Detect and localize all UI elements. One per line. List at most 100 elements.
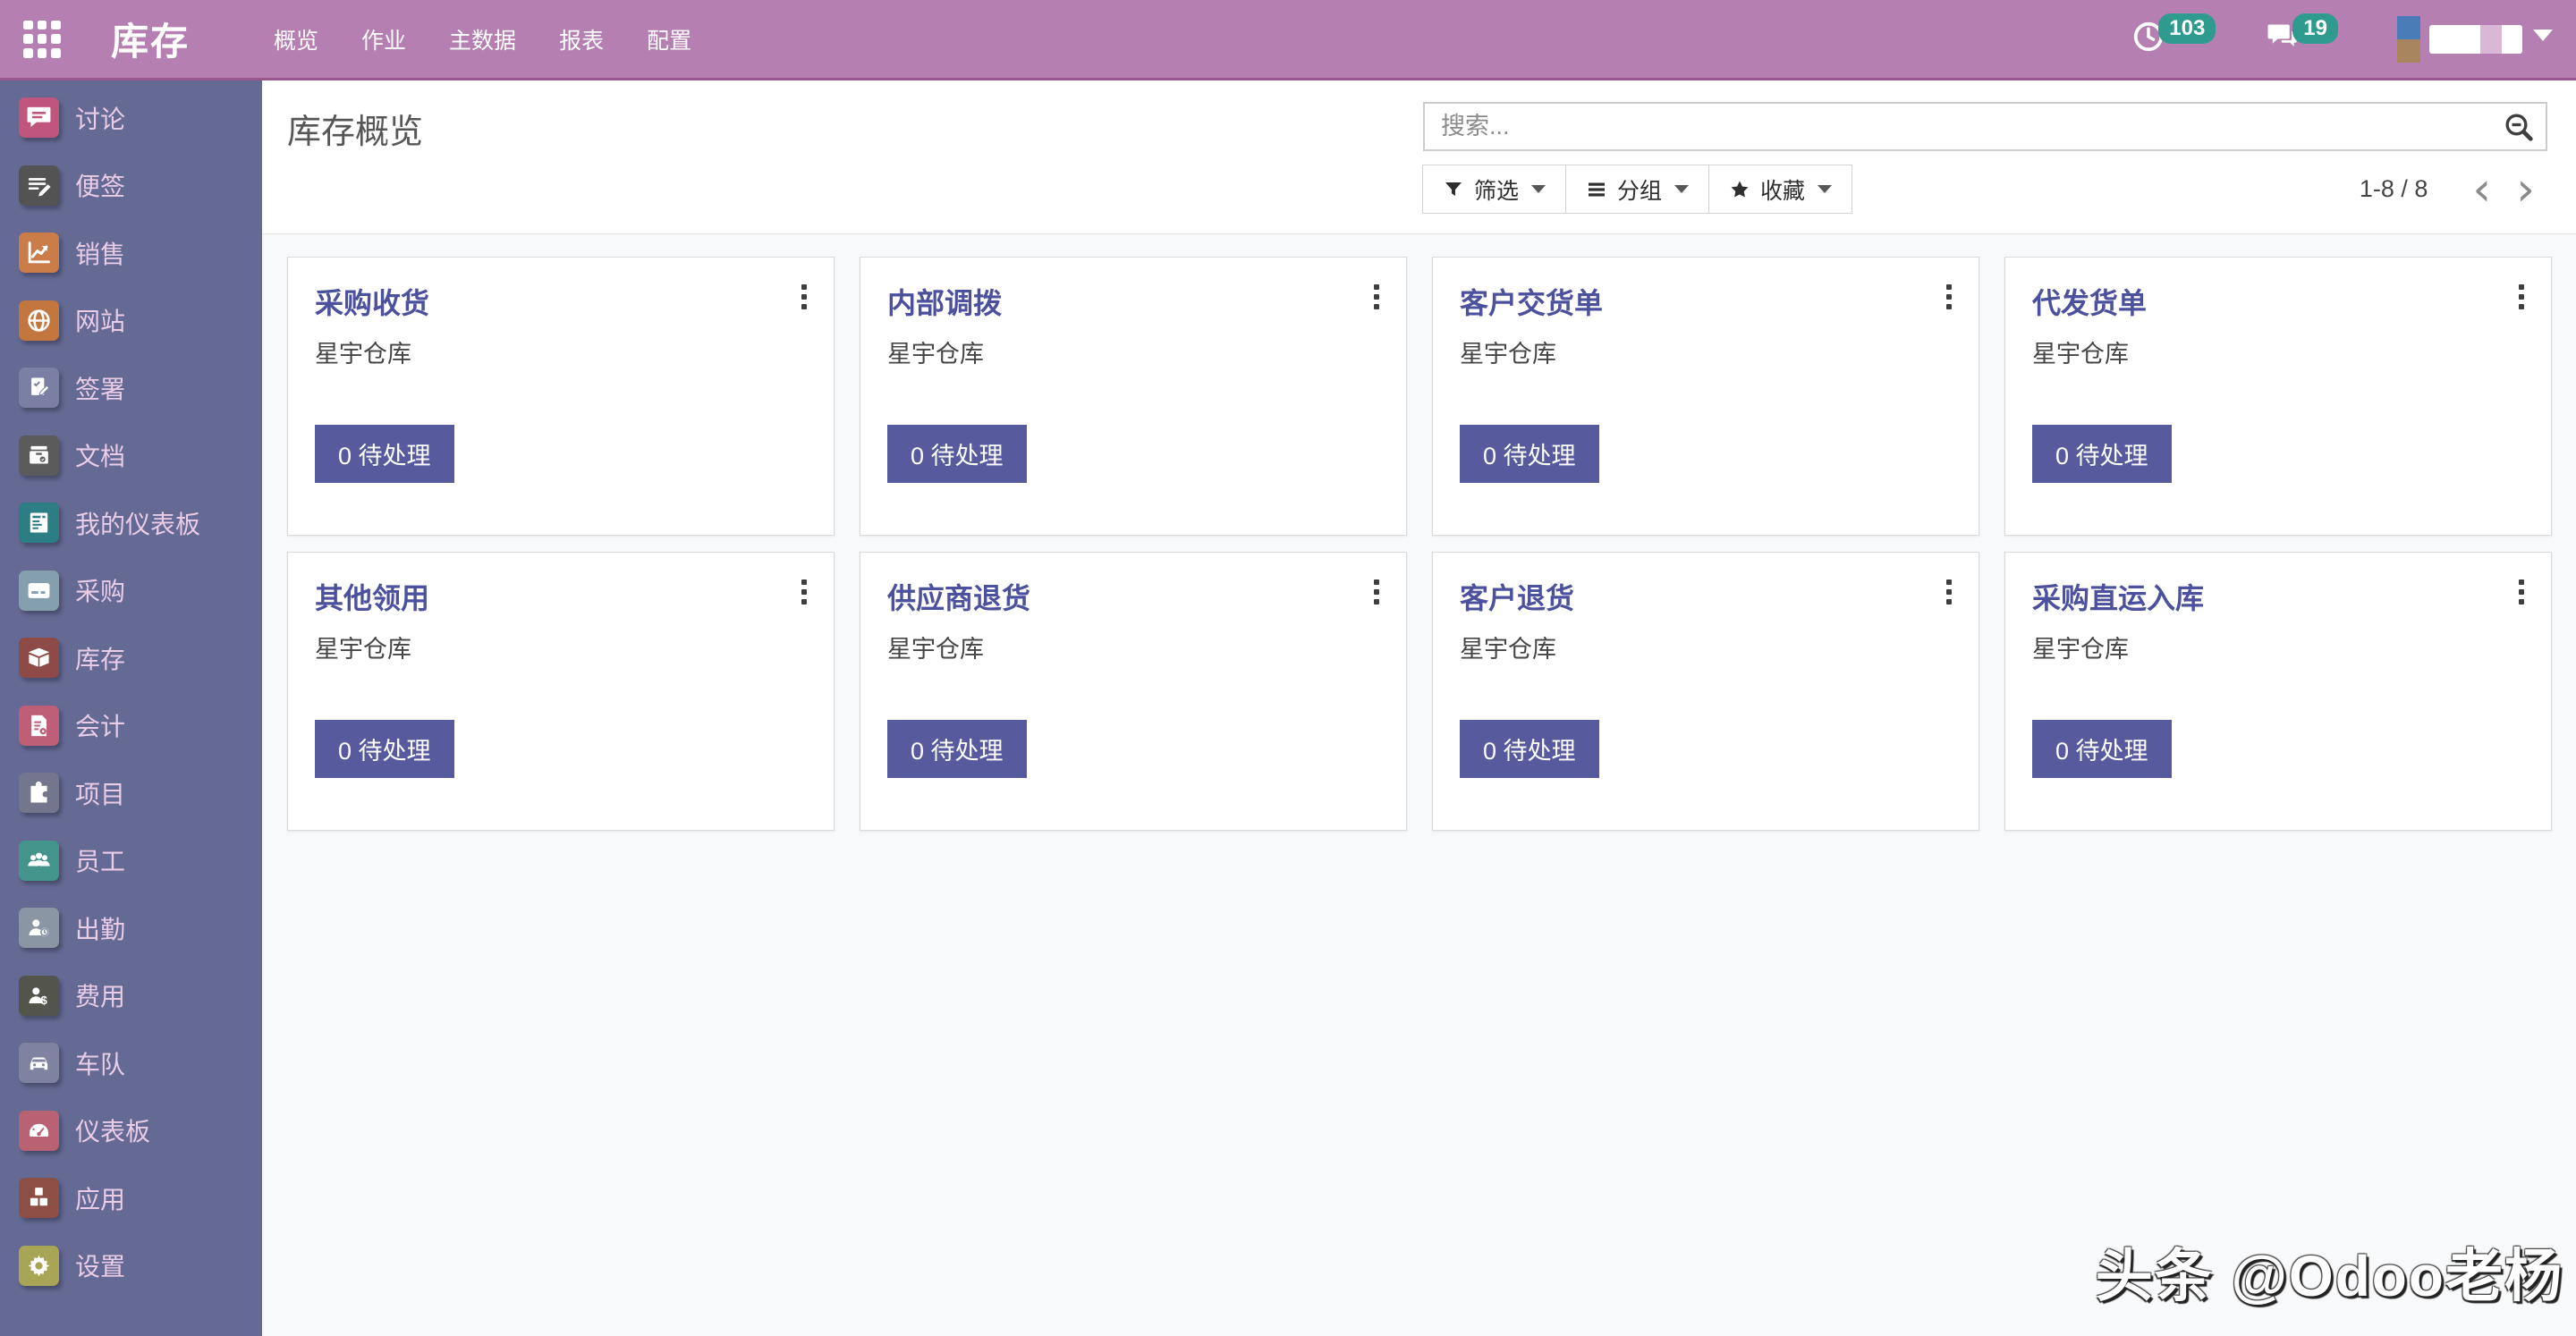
search-magnifier-icon[interactable] xyxy=(2501,109,2537,145)
card-kebab-menu-icon[interactable] xyxy=(2512,277,2531,317)
card-kebab-menu-icon[interactable] xyxy=(1367,572,1386,612)
operation-type-card: 客户交货单 星宇仓库 0 待处理 xyxy=(1432,257,1979,536)
purchase-card-icon xyxy=(19,571,59,611)
pager-range: 1-8 / 8 xyxy=(2360,175,2428,203)
sidebar-item-label: 应用 xyxy=(75,1180,125,1216)
card-title-link[interactable]: 客户退货 xyxy=(1460,576,1574,617)
sidebar-item[interactable]: $ 费用 xyxy=(0,962,262,1030)
search-box xyxy=(1423,102,2547,151)
topbar-menu-item[interactable]: 配置 xyxy=(625,11,713,68)
sidebar-item[interactable]: 应用 xyxy=(0,1164,262,1232)
control-panel: 库存概览 筛选 分组 收藏 1-8 / 8 ‹ › xyxy=(262,80,2576,234)
sidebar-item[interactable]: 销售 xyxy=(0,219,262,287)
sidebar-item[interactable]: 签署 xyxy=(0,354,262,422)
to-process-button[interactable]: 0 待处理 xyxy=(315,425,454,483)
group-by-button-label: 分组 xyxy=(1617,173,1662,206)
favorites-button-label: 收藏 xyxy=(1760,173,1805,206)
user-avatar[interactable] xyxy=(2397,16,2420,63)
pager-next-icon[interactable]: › xyxy=(2504,172,2547,207)
card-warehouse-label: 星宇仓库 xyxy=(2032,334,2524,369)
card-title-link[interactable]: 代发货单 xyxy=(2032,281,2147,322)
card-title-link[interactable]: 采购直运入库 xyxy=(2032,576,2204,617)
sidebar-item[interactable]: 我的仪表板 xyxy=(0,489,262,557)
sidebar-item-label: 销售 xyxy=(75,235,125,271)
to-process-button[interactable]: 0 待处理 xyxy=(887,720,1027,778)
topbar-menu-item[interactable]: 主数据 xyxy=(428,11,538,68)
card-title-link[interactable]: 客户交货单 xyxy=(1460,281,1603,322)
documents-icon xyxy=(19,435,59,476)
group-bars-icon xyxy=(1586,179,1607,200)
card-title-link[interactable]: 其他领用 xyxy=(315,576,429,617)
sidebar-item-label: 讨论 xyxy=(75,100,125,136)
operation-type-card: 采购直运入库 星宇仓库 0 待处理 xyxy=(2004,552,2552,831)
to-process-button[interactable]: 0 待处理 xyxy=(887,425,1027,483)
sidebar-item[interactable]: 设置 xyxy=(0,1232,262,1300)
card-title-link[interactable]: 内部调拨 xyxy=(887,281,1002,322)
sidebar-item[interactable]: 仪表板 xyxy=(0,1097,262,1165)
sidebar-item-label: 仪表板 xyxy=(75,1112,150,1148)
sidebar-item[interactable]: 车队 xyxy=(0,1029,262,1097)
card-title-link[interactable]: 采购收货 xyxy=(315,281,429,322)
group-by-button[interactable]: 分组 xyxy=(1565,165,1709,214)
user-name-redacted[interactable] xyxy=(2429,25,2522,54)
card-warehouse-label: 星宇仓库 xyxy=(1460,630,1952,664)
sidebar-item[interactable]: 出勤 xyxy=(0,894,262,962)
sidebar-item-label: 车队 xyxy=(75,1045,125,1081)
filter-button[interactable]: 筛选 xyxy=(1422,165,1566,214)
topbar-menu-item[interactable]: 概览 xyxy=(252,11,340,68)
sidebar-item-label: 网站 xyxy=(75,302,125,338)
pager-previous-icon[interactable]: ‹ xyxy=(2460,172,2504,207)
to-process-button[interactable]: 0 待处理 xyxy=(1460,720,1599,778)
operation-type-card: 供应商退货 星宇仓库 0 待处理 xyxy=(860,552,1407,831)
card-warehouse-label: 星宇仓库 xyxy=(2032,630,2524,664)
app-title[interactable]: 库存 xyxy=(111,12,190,66)
sidebar-item[interactable]: 采购 xyxy=(0,557,262,625)
activities-button[interactable]: 103 xyxy=(2131,20,2216,58)
card-title-link[interactable]: 供应商退货 xyxy=(887,576,1030,617)
sidebar-item[interactable]: 库存 xyxy=(0,624,262,692)
card-kebab-menu-icon[interactable] xyxy=(1939,277,1959,317)
topbar-menu-item[interactable]: 作业 xyxy=(340,11,428,68)
to-process-button[interactable]: 0 待处理 xyxy=(2032,425,2172,483)
apps-grid-icon[interactable] xyxy=(23,21,61,58)
card-kebab-menu-icon[interactable] xyxy=(2512,572,2531,612)
chat-icon xyxy=(19,97,59,138)
topbar-menu-item[interactable]: 报表 xyxy=(538,11,625,68)
search-input[interactable] xyxy=(1425,113,2501,140)
card-kebab-menu-icon[interactable] xyxy=(794,572,814,612)
to-process-button[interactable]: 0 待处理 xyxy=(315,720,454,778)
dashboards-gauge-icon xyxy=(19,1111,59,1151)
funnel-icon xyxy=(1443,179,1464,200)
sidebar-item-label: 员工 xyxy=(75,842,125,878)
sidebar-item[interactable]: 员工 xyxy=(0,827,262,895)
favorites-button[interactable]: 收藏 xyxy=(1708,165,1852,214)
to-process-button[interactable]: 0 待处理 xyxy=(2032,720,2172,778)
sidebar-item-label: 我的仪表板 xyxy=(75,505,200,541)
operation-type-card: 客户退货 星宇仓库 0 待处理 xyxy=(1432,552,1979,831)
card-kebab-menu-icon[interactable] xyxy=(1367,277,1386,317)
sidebar-item[interactable]: 便签 xyxy=(0,152,262,220)
card-kebab-menu-icon[interactable] xyxy=(1939,572,1959,612)
sidebar-item[interactable]: 文档 xyxy=(0,422,262,490)
kanban-grid: 采购收货 星宇仓库 0 待处理 内部调拨 星宇仓库 0 待处理 客户交货单 星宇… xyxy=(262,235,2576,831)
svg-text:$: $ xyxy=(41,994,47,1007)
to-process-button[interactable]: 0 待处理 xyxy=(1460,425,1599,483)
sign-icon xyxy=(19,368,59,408)
sidebar-item[interactable]: 网站 xyxy=(0,287,262,355)
employees-icon xyxy=(19,841,59,881)
card-kebab-menu-icon[interactable] xyxy=(794,277,814,317)
operation-type-card: 内部调拨 星宇仓库 0 待处理 xyxy=(860,257,1407,536)
messages-button[interactable]: 19 xyxy=(2266,20,2338,58)
sidebar-item[interactable]: 项目 xyxy=(0,759,262,827)
search-options-row: 筛选 分组 收藏 xyxy=(1423,165,1852,214)
operation-type-card: 采购收货 星宇仓库 0 待处理 xyxy=(287,257,835,536)
sidebar-item-label: 费用 xyxy=(75,977,125,1013)
my-dashboard-icon xyxy=(19,503,59,543)
expenses-icon: $ xyxy=(19,976,59,1016)
operation-type-card: 其他领用 星宇仓库 0 待处理 xyxy=(287,552,835,831)
sidebar-item[interactable]: 会计 xyxy=(0,692,262,760)
user-menu-caret-icon[interactable] xyxy=(2533,30,2553,41)
sidebar-item-label: 项目 xyxy=(75,775,125,811)
pager: 1-8 / 8 ‹ › xyxy=(2360,165,2547,214)
sidebar-item[interactable]: 讨论 xyxy=(0,84,262,152)
